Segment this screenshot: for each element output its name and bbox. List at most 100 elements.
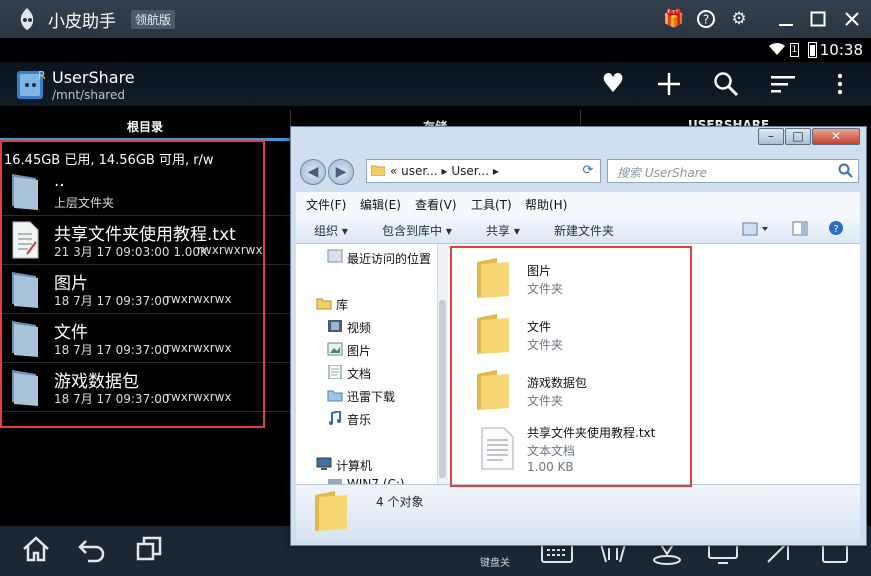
nav-item-xunlei[interactable]: 迅雷下载 [347,388,395,405]
gift-icon[interactable]: 🎁 [663,9,684,29]
search-icon[interactable] [712,70,740,98]
file-name: 图片 [54,274,88,294]
folder-icon [12,321,38,357]
window-maximize-button[interactable]: □ [785,128,811,145]
emulator-edition-badge: 领航版 [131,10,176,29]
window-minimize-button[interactable]: – [758,128,784,145]
video-icon [328,320,342,332]
emulator-title: 小皮助手 [48,12,116,32]
folder-icon[interactable] [475,256,513,300]
refresh-icon[interactable]: ⟳ [578,161,598,181]
nav-item-libraries[interactable]: 库 [336,296,348,313]
window-close-button[interactable]: ✕ [812,128,860,145]
sort-icon[interactable] [769,70,797,98]
pictures-icon [327,342,343,356]
nav-item-music[interactable]: 音乐 [347,411,371,428]
help-circle-icon[interactable]: ? [828,220,844,236]
file-name: .. [54,171,65,191]
file-permissions: rwxrwxrwx [166,341,232,355]
home-icon[interactable] [20,533,52,565]
library-icon [316,298,332,310]
menu-edit[interactable]: 编辑(E) [360,196,401,213]
nav-item-recent[interactable]: 最近访问的位置 [347,250,431,267]
nav-item-pictures[interactable]: 图片 [347,342,371,359]
back-arrow-icon[interactable]: ◀ [300,159,326,185]
nav-item-videos[interactable]: 视频 [347,319,371,336]
organize-button[interactable]: 组织 ▾ [314,222,348,239]
file-row-parent[interactable]: .. 上层文件夹 [0,167,292,216]
file-row-tutorial[interactable]: 共享文件夹使用教程.txt 21 3月 17 09:03:00 1.00K rw… [0,216,292,265]
item-type: 文件夹 [527,282,564,296]
include-in-library-button[interactable]: 包含到库中 ▾ [382,222,452,239]
music-icon [329,411,341,425]
nav-item-documents[interactable]: 文档 [347,365,371,382]
minimize-icon[interactable] [776,9,796,29]
file-meta: 18 7月 17 09:37:00 [54,294,170,308]
file-permissions: rwxrwxrwx [197,243,263,257]
menu-tools[interactable]: 工具(T) [471,196,512,213]
file-row-pictures[interactable]: 图片 18 7月 17 09:37:00 rwxrwxrwx [0,265,292,314]
active-tab-indicator [0,138,290,141]
svg-text:?: ? [833,224,838,235]
favorite-icon[interactable]: ♥ [599,70,627,98]
help-icon[interactable]: ? [696,9,716,29]
preview-pane-icon[interactable] [792,221,808,236]
navigation-pane [296,244,438,484]
text-file-icon [12,221,39,259]
tab-root[interactable]: 根目录 [127,118,163,135]
search-magnifier-icon[interactable] [838,163,854,179]
file-name: 游戏数据包 [54,372,139,392]
address-path: « user... ▸ User... ▸ [390,164,499,178]
back-icon[interactable] [76,533,108,565]
nav-pane-scroll-thumb[interactable] [439,300,446,478]
nav-item-computer[interactable]: 计算机 [336,457,372,474]
folder-icon [12,174,38,210]
close-icon[interactable] [842,9,862,29]
menu-view[interactable]: 查看(V) [415,196,457,213]
file-meta: 18 7月 17 09:37:00 [54,392,170,406]
folder-icon[interactable] [475,368,513,412]
app-title: UserShare [52,68,135,87]
current-path: /mnt/shared [52,88,125,102]
forward-arrow-icon[interactable]: ▶ [328,159,354,185]
overflow-menu-icon[interactable] [826,70,854,98]
settings-icon[interactable]: ⚙ [729,9,749,29]
documents-icon [328,365,342,379]
file-row-gamedata[interactable]: 游戏数据包 18 7月 17 09:37:00 rwxrwxrwx [0,363,292,412]
sim-icon: 1 [790,43,799,57]
add-icon[interactable] [655,70,683,98]
new-folder-button[interactable]: 新建文件夹 [554,222,614,239]
file-name: 文件 [54,323,88,343]
file-name: 共享文件夹使用教程.txt [54,225,236,245]
item-count: 4 个对象 [376,495,424,509]
folder-large-icon [315,491,347,531]
file-row-files[interactable]: 文件 18 7月 17 09:37:00 rwxrwxrwx [0,314,292,363]
item-name[interactable]: 游戏数据包 [527,374,587,391]
search-placeholder: 搜索 UserShare [617,166,708,180]
status-bar [0,38,871,62]
file-meta: 上层文件夹 [54,196,115,210]
maximize-icon[interactable] [808,9,828,29]
battery-icon [808,42,817,58]
view-options-icon[interactable] [742,222,770,236]
folder-icon[interactable] [475,312,513,356]
item-name[interactable]: 图片 [527,262,551,279]
text-document-icon[interactable] [479,426,517,470]
menu-help[interactable]: 帮助(H) [525,196,567,213]
app-logo-icon: R [17,69,46,99]
item-type: 文本文档 [527,444,576,458]
item-name[interactable]: 文件 [527,318,551,335]
folder-small-icon [371,165,385,176]
file-permissions: rwxrwxrwx [166,390,232,404]
recent-places-icon [327,249,343,263]
item-name[interactable]: 共享文件夹使用教程.txt [527,424,655,441]
file-meta: 18 7月 17 09:37:00 [54,343,170,357]
menu-file[interactable]: 文件(F) [306,196,346,213]
clock: 10:38 [819,41,863,59]
storage-summary: 16.45GB 已用, 14.56GB 可用, r/w [4,153,214,168]
wifi-icon [769,42,785,55]
file-meta: 21 3月 17 09:03:00 1.00K [54,245,208,259]
share-button[interactable]: 共享 ▾ [486,222,520,239]
item-type: 文件夹 [527,338,564,352]
recent-apps-icon[interactable] [133,533,165,565]
